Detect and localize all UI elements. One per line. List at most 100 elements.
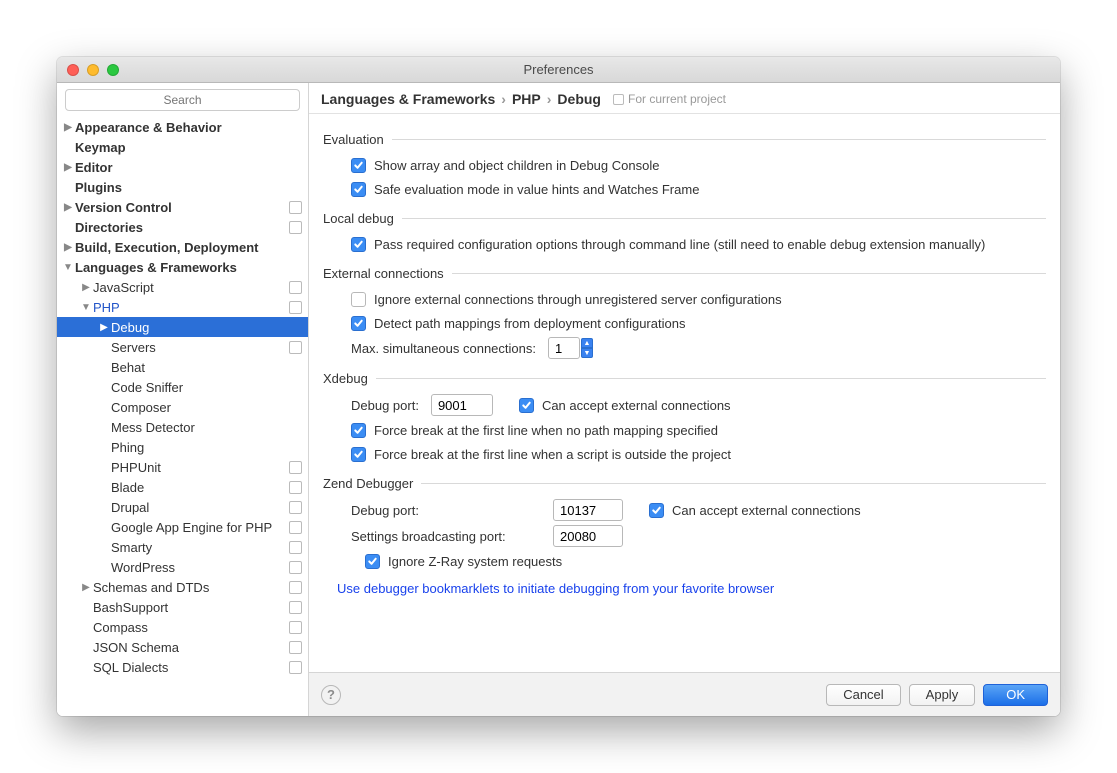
tree-item[interactable]: ▶Behat [57,357,308,377]
max-conn-stepper[interactable]: ▲▼ [548,337,593,359]
cancel-button[interactable]: Cancel [826,684,900,706]
tree-item-label: Mess Detector [111,420,195,435]
tree-item[interactable]: ▶JSON Schema [57,637,308,657]
tree-item[interactable]: ▶WordPress [57,557,308,577]
tree-item[interactable]: ▶Keymap [57,137,308,157]
tree-item[interactable]: ▶Appearance & Behavior [57,117,308,137]
scope-label: For current project [628,92,726,106]
tree-item-label: Google App Engine for PHP [111,520,272,535]
checkbox-checked-icon[interactable] [351,423,366,438]
tree-item-label: Schemas and DTDs [93,580,209,595]
zend-port-input[interactable] [553,499,623,521]
tree-item[interactable]: ▶Build, Execution, Deployment [57,237,308,257]
tree-item[interactable]: ▶Compass [57,617,308,637]
tree-item-label: BashSupport [93,600,168,615]
tree-item[interactable]: ▶BashSupport [57,597,308,617]
opt-ignore-zray[interactable]: Ignore Z-Ray system requests [323,549,1046,573]
opt-safe-eval[interactable]: Safe evaluation mode in value hints and … [323,177,1046,201]
checkbox-checked-icon[interactable] [365,554,380,569]
checkbox-checked-icon[interactable] [351,316,366,331]
tree-item[interactable]: ▶Schemas and DTDs [57,577,308,597]
tree-item[interactable]: ▶Directories [57,217,308,237]
ok-button[interactable]: OK [983,684,1048,706]
tree-item[interactable]: ▶JavaScript [57,277,308,297]
help-button[interactable]: ? [321,685,341,705]
settings-tree[interactable]: ▶Appearance & Behavior▶Keymap▶Editor▶Plu… [57,117,308,716]
tree-item[interactable]: ▼PHP [57,297,308,317]
chevron-down-icon: ▼ [63,262,73,273]
tree-item[interactable]: ▶Debug [57,317,308,337]
section-local-debug: Local debug [323,211,1046,226]
tree-item-label: SQL Dialects [93,660,168,675]
tree-item-label: PHP [93,300,120,315]
opt-ignore-external[interactable]: Ignore external connections through unre… [323,287,1046,311]
footer: ? Cancel Apply OK [309,672,1060,716]
row-zend-port: Debug port: Can accept external connecti… [323,497,1046,523]
apply-button[interactable]: Apply [909,684,976,706]
tree-item[interactable]: ▶Composer [57,397,308,417]
tree-item-label: Debug [111,320,149,335]
zend-port-label: Debug port: [351,503,541,518]
project-scope-icon [289,641,302,654]
xdebug-accept-label: Can accept external connections [542,398,731,413]
tree-item[interactable]: ▶SQL Dialects [57,657,308,677]
checkbox-checked-icon[interactable] [351,158,366,173]
stepper-up-icon[interactable]: ▲ [581,338,593,348]
opt-detect-mappings[interactable]: Detect path mappings from deployment con… [323,311,1046,335]
max-conn-label: Max. simultaneous connections: [351,341,536,356]
tree-item[interactable]: ▶Blade [57,477,308,497]
tree-item-label: Appearance & Behavior [75,120,222,135]
tree-item[interactable]: ▶Code Sniffer [57,377,308,397]
project-scope-icon [289,561,302,574]
chevron-right-icon: ▶ [63,162,73,173]
project-scope-icon [289,501,302,514]
project-scope-icon [289,221,302,234]
stepper[interactable]: ▲▼ [581,337,593,359]
opt-force-break-nomap[interactable]: Force break at the first line when no pa… [323,418,1046,442]
checkbox-checked-icon[interactable] [519,398,534,413]
xdebug-port-input[interactable] [431,394,493,416]
xdebug-port-label: Debug port: [351,398,419,413]
tree-item[interactable]: ▶Editor [57,157,308,177]
tree-item-label: JSON Schema [93,640,179,655]
breadcrumb-leaf: Debug [557,91,601,107]
checkbox-checked-icon[interactable] [649,503,664,518]
zend-bc-input[interactable] [553,525,623,547]
checkbox-checked-icon[interactable] [351,237,366,252]
tree-item-label: Plugins [75,180,122,195]
stepper-down-icon[interactable]: ▼ [581,348,593,358]
chevron-right-icon: ▶ [81,582,91,593]
tree-item[interactable]: ▼Languages & Frameworks [57,257,308,277]
project-scope-icon [289,461,302,474]
tree-item[interactable]: ▶Plugins [57,177,308,197]
breadcrumb-mid: PHP [512,91,541,107]
tree-item[interactable]: ▶Drupal [57,497,308,517]
row-zend-broadcast: Settings broadcasting port: [323,523,1046,549]
sidebar: ▶Appearance & Behavior▶Keymap▶Editor▶Plu… [57,83,309,716]
project-scope-icon [289,201,302,214]
project-scope-icon [289,621,302,634]
tree-item[interactable]: ▶PHPUnit [57,457,308,477]
max-conn-input[interactable] [548,337,580,359]
opt-force-break-outside[interactable]: Force break at the first line when a scr… [323,442,1046,466]
bookmarklets-link[interactable]: Use debugger bookmarklets to initiate de… [323,573,1046,596]
search-input[interactable] [65,89,300,111]
tree-item-label: Drupal [111,500,149,515]
tree-item[interactable]: ▶Servers [57,337,308,357]
opt-pass-config[interactable]: Pass required configuration options thro… [323,232,1046,256]
checkbox-checked-icon[interactable] [351,447,366,462]
tree-item[interactable]: ▶Version Control [57,197,308,217]
project-scope-icon [613,94,624,105]
checkbox-unchecked-icon[interactable] [351,292,366,307]
checkbox-checked-icon[interactable] [351,182,366,197]
tree-item[interactable]: ▶Phing [57,437,308,457]
chevron-right-icon: ▶ [63,202,73,213]
tree-item[interactable]: ▶Mess Detector [57,417,308,437]
opt-show-array-children[interactable]: Show array and object children in Debug … [323,153,1046,177]
tree-item-label: Compass [93,620,148,635]
tree-item[interactable]: ▶Google App Engine for PHP [57,517,308,537]
tree-item[interactable]: ▶Smarty [57,537,308,557]
project-scope-icon [289,541,302,554]
tree-item-label: Keymap [75,140,126,155]
breadcrumb: Languages & Frameworks › PHP › Debug For… [309,83,1060,113]
